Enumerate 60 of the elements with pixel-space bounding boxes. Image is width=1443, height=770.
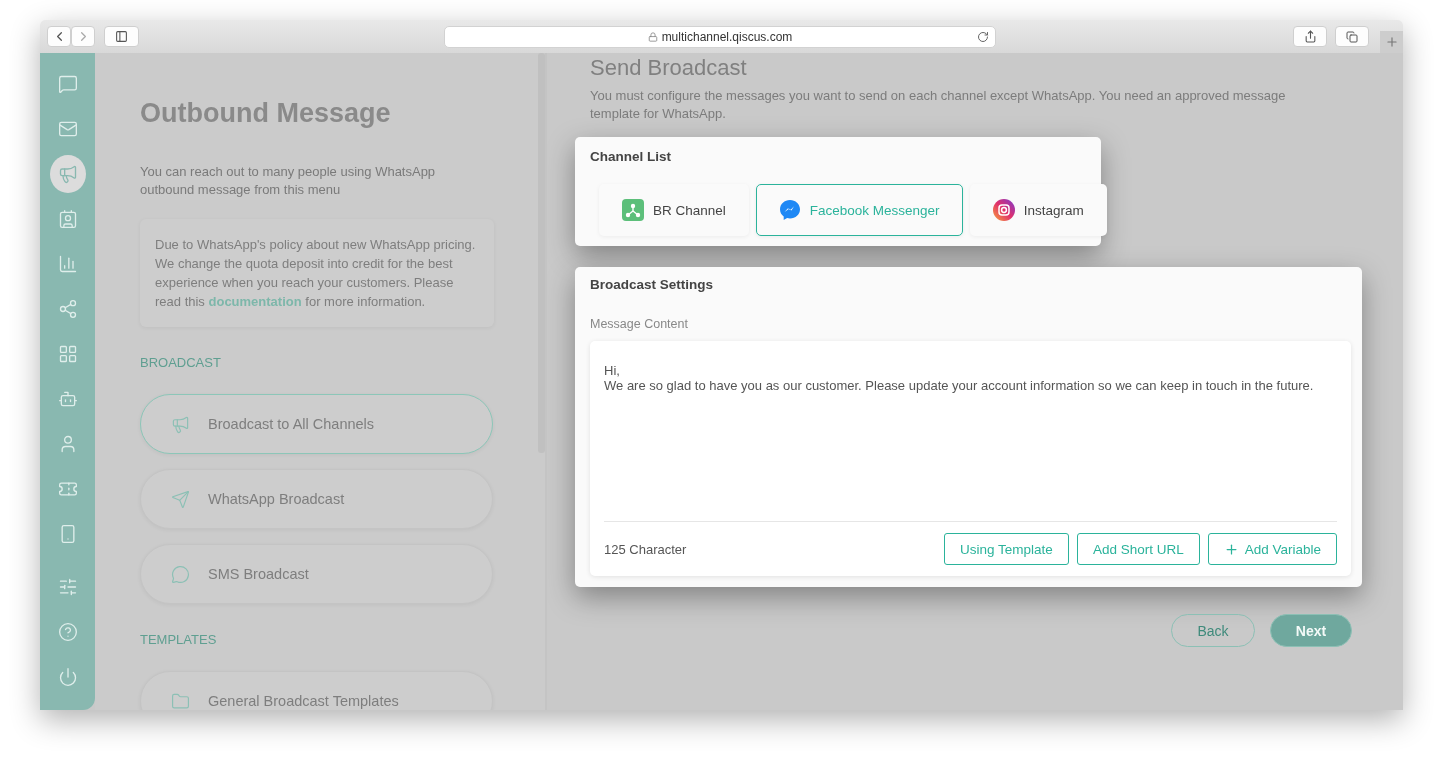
new-tab-button[interactable] xyxy=(1380,31,1403,53)
menu-item[interactable]: WhatsApp Broadcast xyxy=(140,469,493,529)
next-button[interactable]: Next xyxy=(1270,614,1352,647)
menu-item[interactable]: SMS Broadcast xyxy=(140,544,493,604)
sliders-icon xyxy=(57,577,78,597)
page-description: You can reach out to many people using WhatsApp outbound message from this menu xyxy=(140,163,437,199)
instagram-icon xyxy=(992,199,1015,221)
menu-item[interactable]: Broadcast to All Channels xyxy=(140,394,493,454)
reload-icon[interactable] xyxy=(977,30,989,43)
section-heading: TEMPLATES xyxy=(140,632,218,647)
channel-option[interactable]: BR Channel xyxy=(599,184,749,236)
share-icon xyxy=(1303,30,1317,43)
field-label: Message Content xyxy=(590,317,689,331)
sidebar-item[interactable] xyxy=(49,155,86,193)
card-title: Channel List xyxy=(590,149,672,164)
lock-icon xyxy=(647,31,658,42)
tabs-button[interactable] xyxy=(1335,26,1369,47)
message-field[interactable]: Hi, We are so glad to have you as our customer. Please update your account information so we can keep in touch in the future. 125 Character Using Template Add Short URL Add Variable xyxy=(590,341,1351,576)
page-title: Outbound Message xyxy=(140,97,392,130)
documentation-link[interactable]: documentation xyxy=(208,294,302,309)
megaphone-icon xyxy=(171,414,190,434)
channel-option[interactable]: Instagram xyxy=(969,184,1107,236)
share-button[interactable] xyxy=(1293,26,1327,47)
sidebar-toggle-button[interactable] xyxy=(104,26,139,47)
scrollbar[interactable] xyxy=(538,53,545,453)
folder-icon xyxy=(171,691,190,710)
section-title: Send Broadcast xyxy=(590,55,748,81)
plus-icon xyxy=(1223,541,1239,557)
menu-item[interactable]: General Broadcast Templates xyxy=(140,671,493,710)
chat-bubble-icon xyxy=(171,564,190,584)
message-text: Hi, We are so glad to have you as our customer. Please update your account information so we can keep in touch in the future. xyxy=(604,355,1337,522)
section-description: You must configure the messages you want to send on each channel except WhatsApp. You need an approved message template for WhatsApp. xyxy=(590,87,1287,123)
address-bar[interactable]: multichannel.qiscus.com xyxy=(444,25,996,48)
action-button[interactable]: Add Short URL xyxy=(1076,533,1200,565)
policy-notice: Due to WhatsApp's policy about new WhatsApp pricing. We change the quota deposit into credit for the best experience when you reach your customers. Please read this documentation for more information. xyxy=(140,219,494,327)
mail-icon xyxy=(57,119,78,139)
messenger-icon xyxy=(778,199,801,221)
channel-option[interactable]: Facebook Messenger xyxy=(755,184,963,236)
nodes-icon xyxy=(622,199,644,221)
action-button[interactable]: Using Template xyxy=(944,533,1069,565)
section-heading: BROADCAST xyxy=(140,355,222,370)
plus-icon xyxy=(1384,35,1399,49)
action-button[interactable]: Add Variable xyxy=(1207,533,1337,565)
sidebar-icon xyxy=(115,30,128,43)
card-title: Broadcast Settings xyxy=(590,277,715,292)
grid-icon xyxy=(57,344,78,364)
forward-button[interactable] xyxy=(71,26,95,47)
back-button[interactable] xyxy=(47,26,71,47)
megaphone-icon xyxy=(57,164,78,184)
chat-icon xyxy=(57,74,78,94)
url-text: multichannel.qiscus.com xyxy=(661,29,793,44)
character-count: 125 Character xyxy=(604,541,687,557)
power-icon xyxy=(57,667,78,687)
share-icon xyxy=(57,299,78,319)
tabs-icon xyxy=(1346,30,1358,43)
help-icon xyxy=(57,622,78,642)
robot-icon xyxy=(57,389,78,409)
contact-card-icon xyxy=(57,209,78,229)
bar-chart-icon xyxy=(57,254,78,274)
send-icon xyxy=(171,489,190,509)
